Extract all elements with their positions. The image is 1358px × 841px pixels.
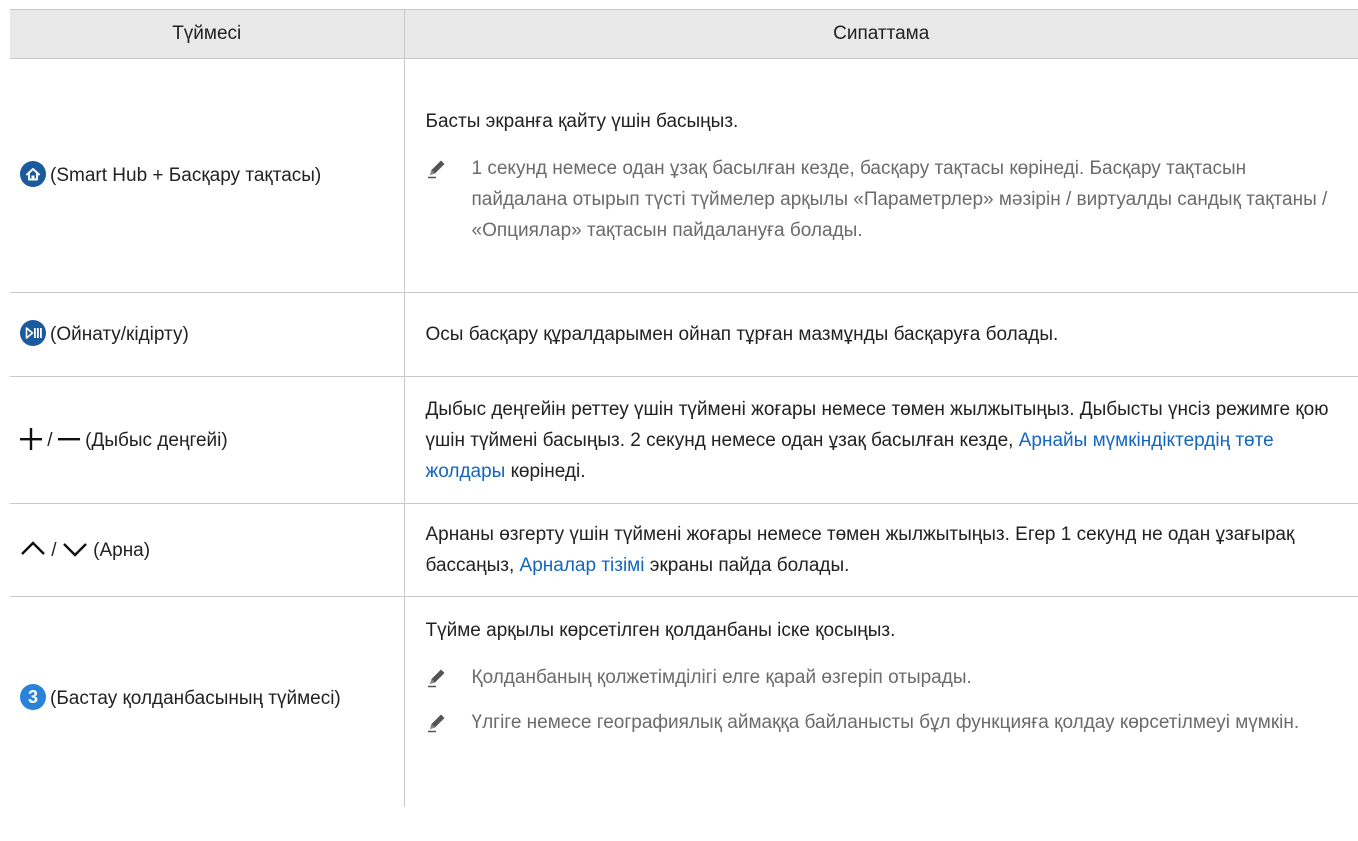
note: Қолданбаның қолжетімділігі елге қарай өз…	[426, 662, 1339, 693]
button-label: (Бастау қолданбасының түймесі)	[50, 688, 341, 709]
table-row: / (Дыбыс деңгейі) Дыбыс деңгейін реттеу …	[10, 376, 1358, 504]
description-cell: Осы басқару құралдарымен ойнап тұрған ма…	[404, 292, 1358, 377]
description-part: көрінеді.	[510, 460, 586, 482]
note: 1 секунд немесе одан ұзақ басылған кезде…	[426, 153, 1339, 246]
description-text: Басты экранға қайту үшін басыңыз.	[425, 110, 739, 132]
button-label: (Арна)	[93, 539, 151, 561]
description-text: Арнаны өзгерту үшін түймені жоғары немес…	[426, 519, 1339, 581]
note-text: Қолданбаның қолжетімділігі елге қарай өз…	[471, 667, 972, 688]
description-text: Осы басқару құралдарымен ойнап тұрған ма…	[425, 324, 1059, 345]
channel-down-icon	[62, 542, 87, 557]
manual-page: Түймесі Сипаттама (Smart Hub + Басқару т…	[0, 0, 1358, 841]
button-cell: (Ойнату/кідірту)	[10, 292, 405, 377]
channel-up-icon	[21, 540, 45, 555]
description-cell: Түйме арқылы көрсетілген қолданбаны іске…	[404, 597, 1358, 807]
description-cell: Дыбыс деңгейін реттеу үшін түймені жоғар…	[404, 376, 1358, 504]
volume-minus-icon	[57, 437, 80, 440]
volume-separator: /	[47, 429, 53, 451]
table-header-row: Түймесі Сипаттама	[10, 9, 1358, 59]
remote-buttons-table: Түймесі Сипаттама (Smart Hub + Басқару т…	[10, 9, 1358, 807]
launch-app-icon: 3	[20, 684, 46, 710]
note: Үлгіге немесе географиялық аймаққа байла…	[426, 707, 1339, 738]
header-button-column: Түймесі	[10, 9, 404, 59]
table-row: (Smart Hub + Басқару тақтасы) Басты экра…	[10, 58, 1358, 293]
description-text: Дыбыс деңгейін реттеу үшін түймені жоғар…	[426, 394, 1339, 487]
description-cell: Басты экранға қайту үшін басыңыз. 1 секу…	[404, 58, 1358, 293]
channel-separator: /	[51, 539, 57, 561]
table-row: (Ойнату/кідірту) Осы басқару құралдарыме…	[10, 292, 1358, 377]
pencil-note-icon	[427, 160, 444, 178]
play-pause-icon	[20, 320, 46, 346]
button-label: (Дыбыс деңгейі)	[85, 429, 228, 451]
button-cell: 3 (Бастау қолданбасының түймесі)	[10, 596, 405, 807]
description-part: экраны пайда болады.	[649, 555, 850, 576]
description-cell: Арнаны өзгерту үшін түймені жоғары немес…	[404, 503, 1358, 597]
table-row: 3 (Бастау қолданбасының түймесі) Түйме ар…	[10, 596, 1358, 807]
button-cell: / (Дыбыс деңгейі)	[10, 376, 405, 504]
button-cell: (Smart Hub + Басқару тақтасы)	[10, 58, 405, 293]
description-text: Түйме арқылы көрсетілген қолданбаны іске…	[425, 620, 896, 641]
button-label: (Ойнату/кідірту)	[50, 324, 189, 345]
channel-list-link[interactable]: Арналар тізімі	[520, 555, 645, 576]
button-label: (Smart Hub + Басқару тақтасы)	[50, 165, 322, 186]
volume-plus-icon	[20, 427, 42, 450]
home-icon	[20, 161, 46, 187]
table-row: / (Арна) Арнаны өзгерту үшін түймені жоғ…	[10, 503, 1358, 597]
button-cell: / (Арна)	[10, 503, 405, 597]
note-text: 1 секунд немесе одан ұзақ басылған кезде…	[471, 157, 1328, 241]
pencil-note-icon	[427, 669, 444, 688]
header-description-column: Сипаттама	[403, 9, 1358, 59]
pencil-note-icon	[427, 714, 444, 733]
note-text: Үлгіге немесе географиялық аймаққа байла…	[471, 712, 1300, 733]
